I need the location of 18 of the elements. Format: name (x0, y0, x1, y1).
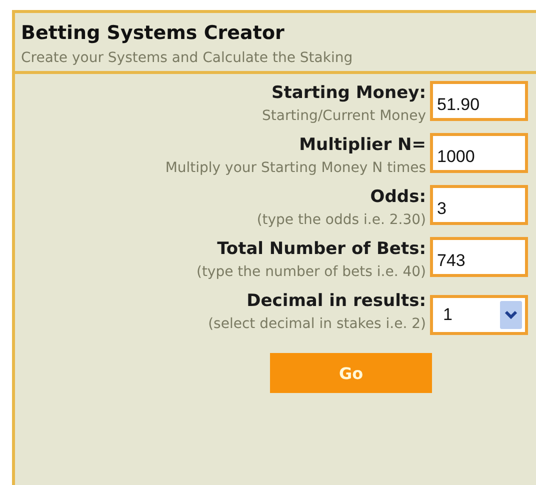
input-field[interactable]: 1000 (430, 133, 528, 173)
input-field[interactable]: 3 (430, 185, 528, 225)
field-label: Total Number of Bets: (217, 238, 426, 261)
input-field[interactable]: 743 (430, 237, 528, 277)
field-label: Multiplier N= (299, 134, 426, 157)
field-label: Odds: (370, 186, 426, 209)
panel-subtitle: Create your Systems and Calculate the Staking (21, 49, 354, 68)
field-hint: (select decimal in stakes i.e. 2) (208, 315, 426, 334)
panel-title: Betting Systems Creator (21, 21, 286, 46)
chevron-down-icon (500, 301, 522, 329)
field-label: Decimal in results: (246, 290, 426, 313)
field-hint: Starting/Current Money (262, 107, 426, 126)
decimal-dropdown[interactable]: 1 (430, 295, 528, 335)
field-hint: (type the odds i.e. 2.30) (256, 211, 426, 230)
field-hint: (type the number of bets i.e. 40) (196, 263, 426, 282)
field-label: Starting Money: (272, 82, 426, 105)
field-hint: Multiply your Starting Money N times (165, 159, 426, 178)
input-field[interactable]: 51.90 (430, 81, 528, 121)
